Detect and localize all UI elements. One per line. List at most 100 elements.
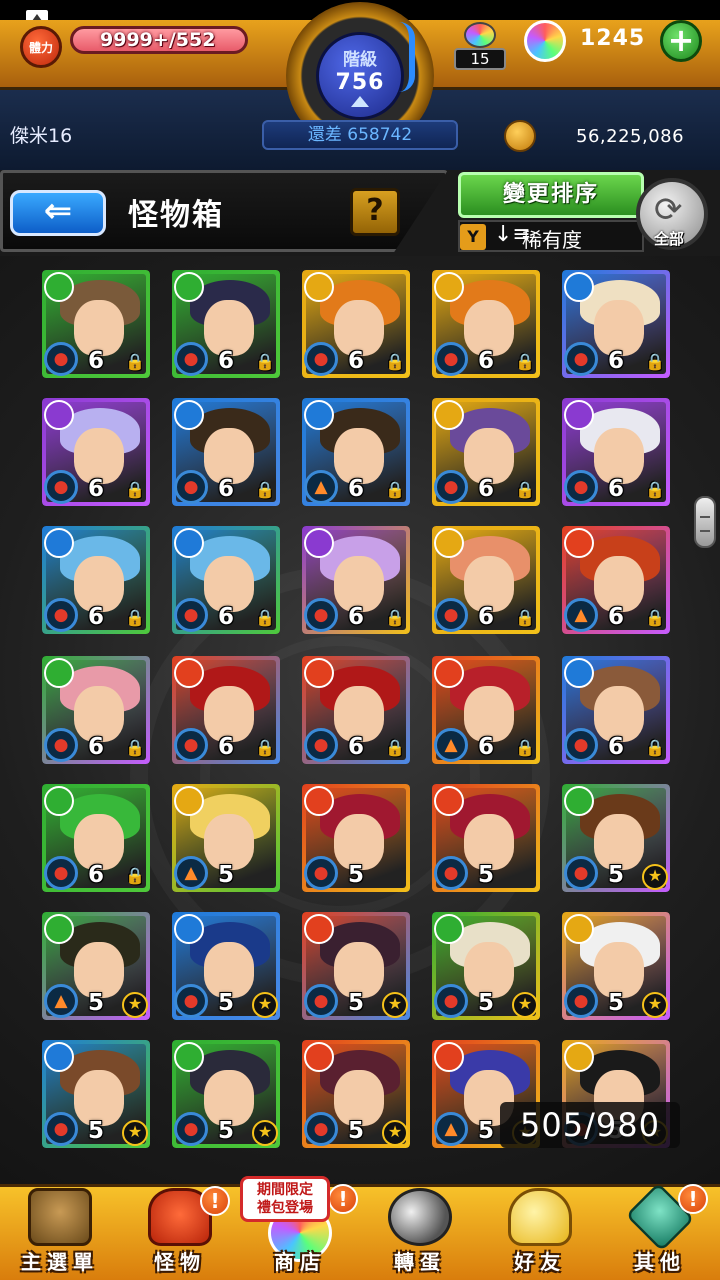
monster-slot[interactable]: ● 6 🔒 — [432, 526, 540, 634]
monster-slot[interactable]: ● 5 ★ — [172, 1040, 280, 1148]
gacha-orb-counter[interactable]: 15 — [452, 22, 508, 72]
wood-element-icon — [564, 786, 594, 816]
monster-slot[interactable]: ● 5 ★ — [562, 912, 670, 1020]
rarity-value: 6 — [478, 734, 495, 760]
nav-monster[interactable]: ! 怪物 — [120, 1184, 240, 1280]
fruit-type-icon: ● — [304, 598, 338, 632]
monster-slot[interactable]: ● 6 🔒 — [302, 656, 410, 764]
fruit-type-icon: ● — [174, 984, 208, 1018]
fruit-type-icon: ● — [174, 470, 208, 504]
monster-slot[interactable]: ● 6 🔒 — [172, 398, 280, 506]
sort-mode-label: 稀有度 — [522, 228, 582, 252]
fruit-type-icon: ● — [434, 598, 468, 632]
monster-slot[interactable]: ● 5 ★ — [302, 912, 410, 1020]
monster-slot[interactable]: ▲ 6 🔒 — [432, 656, 540, 764]
monster-slot[interactable]: ● 6 🔒 — [302, 270, 410, 378]
water-element-icon — [304, 400, 334, 430]
fruit-type-icon: ● — [174, 342, 208, 376]
monster-slot[interactable]: ● 6 🔒 — [172, 270, 280, 378]
rarity-value: 5 — [88, 990, 105, 1016]
nav-gacha[interactable]: 轉蛋 — [360, 1184, 480, 1280]
lock-icon: 🔒 — [255, 608, 275, 627]
light-element-icon — [434, 400, 464, 430]
monster-slot[interactable]: ● 6 🔒 — [432, 398, 540, 506]
rank-up-arrow-icon — [351, 96, 369, 107]
rank-progress-arc — [399, 22, 415, 92]
box-capacity-count: 505/980 — [500, 1102, 680, 1148]
monster-slot[interactable]: ▲ 5 — [172, 784, 280, 892]
fruit-type-icon: ● — [564, 984, 598, 1018]
water-element-icon — [44, 1042, 74, 1072]
rarity-value: 6 — [608, 604, 625, 630]
all-refresh-button[interactable]: ⟳ 全部 — [636, 178, 708, 250]
nav-shop-alert: ! — [328, 1184, 358, 1214]
monster-slot[interactable]: ● 6 🔒 — [42, 270, 150, 378]
lock-icon: 🔒 — [255, 352, 275, 371]
rarity-value: 5 — [88, 1118, 105, 1144]
help-button[interactable]: ? — [350, 188, 400, 236]
fire-element-icon — [564, 528, 594, 558]
monster-slot[interactable]: ▲ 5 ★ — [42, 912, 150, 1020]
shop-promo-badge[interactable]: 期間限定 禮包登場 — [240, 1176, 330, 1222]
nav-label-friends: 好友 — [514, 1250, 566, 1274]
monster-slot[interactable]: ● 6 🔒 — [562, 398, 670, 506]
fruit-type-icon: ● — [564, 856, 598, 890]
fruit-type-icon: ● — [564, 470, 598, 504]
monster-slot[interactable]: ● 6 🔒 — [42, 526, 150, 634]
fruit-type-icon: ● — [44, 598, 78, 632]
friends-heart-icon — [508, 1188, 572, 1246]
back-button[interactable]: ⇐ — [10, 190, 106, 236]
stamina-value: 9999+/552 — [100, 29, 215, 51]
rarity-value: 6 — [218, 734, 235, 760]
monster-slot[interactable]: ● 6 🔒 — [42, 398, 150, 506]
gold-coin-icon — [504, 120, 536, 152]
water-element-icon — [174, 528, 204, 558]
monster-slot[interactable]: ● 5 — [302, 784, 410, 892]
monster-slot[interactable]: ● 6 🔒 — [302, 526, 410, 634]
monster-slot[interactable]: ● 6 🔒 — [42, 656, 150, 764]
wood-element-icon — [434, 914, 464, 944]
rarity-value: 5 — [348, 1118, 365, 1144]
monster-slot[interactable]: ▲ 6 🔒 — [302, 398, 410, 506]
monster-slot[interactable]: ● 6 🔒 — [172, 656, 280, 764]
change-sort-button[interactable]: 變更排序 — [458, 172, 644, 218]
water-element-icon — [174, 400, 204, 430]
rarity-value: 6 — [348, 604, 365, 630]
stamina-max: /552 — [168, 29, 216, 51]
lock-icon: 🔒 — [515, 608, 535, 627]
nav-monster-alert: ! — [200, 1186, 230, 1216]
rarity-value: 5 — [348, 862, 365, 888]
scroll-handle[interactable] — [694, 496, 716, 548]
monster-slot[interactable]: ● 6 🔒 — [562, 656, 670, 764]
rarity-value: 6 — [218, 348, 235, 374]
lock-icon: 🔒 — [645, 608, 665, 627]
star-icon: ★ — [122, 992, 148, 1018]
monster-slot[interactable]: ● 5 ★ — [302, 1040, 410, 1148]
monster-slot[interactable]: ● 5 — [432, 784, 540, 892]
star-icon: ★ — [382, 992, 408, 1018]
fruit-type-icon: ● — [44, 728, 78, 762]
monster-slot[interactable]: ▲ 6 🔒 — [562, 526, 670, 634]
monster-slot[interactable]: ● 5 ★ — [42, 1040, 150, 1148]
light-element-icon — [304, 272, 334, 302]
nav-other[interactable]: ! 其他 — [600, 1182, 720, 1280]
fire-element-icon — [434, 1042, 464, 1072]
monster-slot[interactable]: ● 6 🔒 — [172, 526, 280, 634]
rarity-value: 6 — [608, 476, 625, 502]
monster-slot[interactable]: ● 5 ★ — [562, 784, 670, 892]
lock-icon: 🔒 — [125, 352, 145, 371]
fruit-type-icon: ● — [44, 470, 78, 504]
monster-slot[interactable]: ● 6 🔒 — [42, 784, 150, 892]
monster-grid[interactable]: ● 6 🔒 ● 6 🔒 ● 6 🔒 ● 6 🔒 ● 6 🔒 ● 6 🔒 ● 6 🔒 ▲ 6 🔒 ● 6 🔒 ● 6 🔒 ● 6 🔒 ● 6 🔒 ● 6 🔒 ●… — [0, 256, 720, 1184]
star-icon: ★ — [642, 864, 668, 890]
monster-slot[interactable]: ● 6 🔒 — [562, 270, 670, 378]
monster-slot[interactable]: ● 5 ★ — [172, 912, 280, 1020]
nav-main-menu[interactable]: 主選單 — [0, 1184, 120, 1280]
monster-slot[interactable]: ● 5 ★ — [432, 912, 540, 1020]
filter-icon[interactable]: Y — [460, 224, 486, 250]
water-element-icon — [44, 528, 74, 558]
nav-friends[interactable]: 好友 — [480, 1184, 600, 1280]
add-orb-button[interactable]: + — [660, 20, 702, 62]
monster-slot[interactable]: ● 6 🔒 — [432, 270, 540, 378]
rarity-value: 6 — [348, 348, 365, 374]
